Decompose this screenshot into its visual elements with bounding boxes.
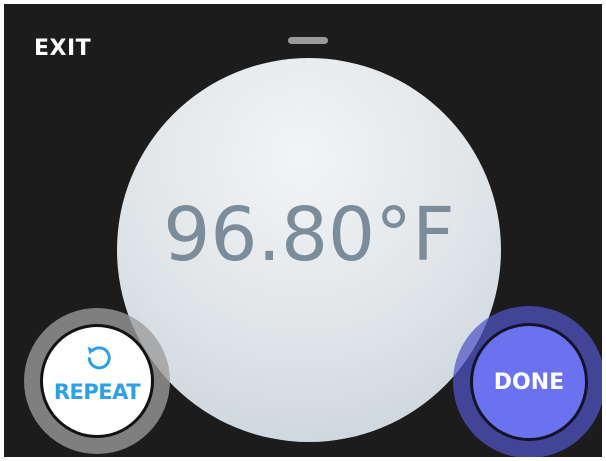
thermometer-screen: EXIT 96.80°F REPEAT DONE <box>0 0 606 461</box>
temperature-dial: 96.80°F <box>117 58 501 442</box>
exit-button[interactable]: EXIT <box>34 36 91 61</box>
done-button[interactable]: DONE <box>470 323 588 441</box>
drag-handle-icon[interactable] <box>288 37 328 44</box>
refresh-icon <box>87 346 111 370</box>
repeat-button[interactable]: REPEAT <box>40 324 154 438</box>
done-button-label: DONE <box>493 370 565 395</box>
temperature-reading: 96.80°F <box>163 192 455 278</box>
repeat-button-label: REPEAT <box>53 380 141 404</box>
